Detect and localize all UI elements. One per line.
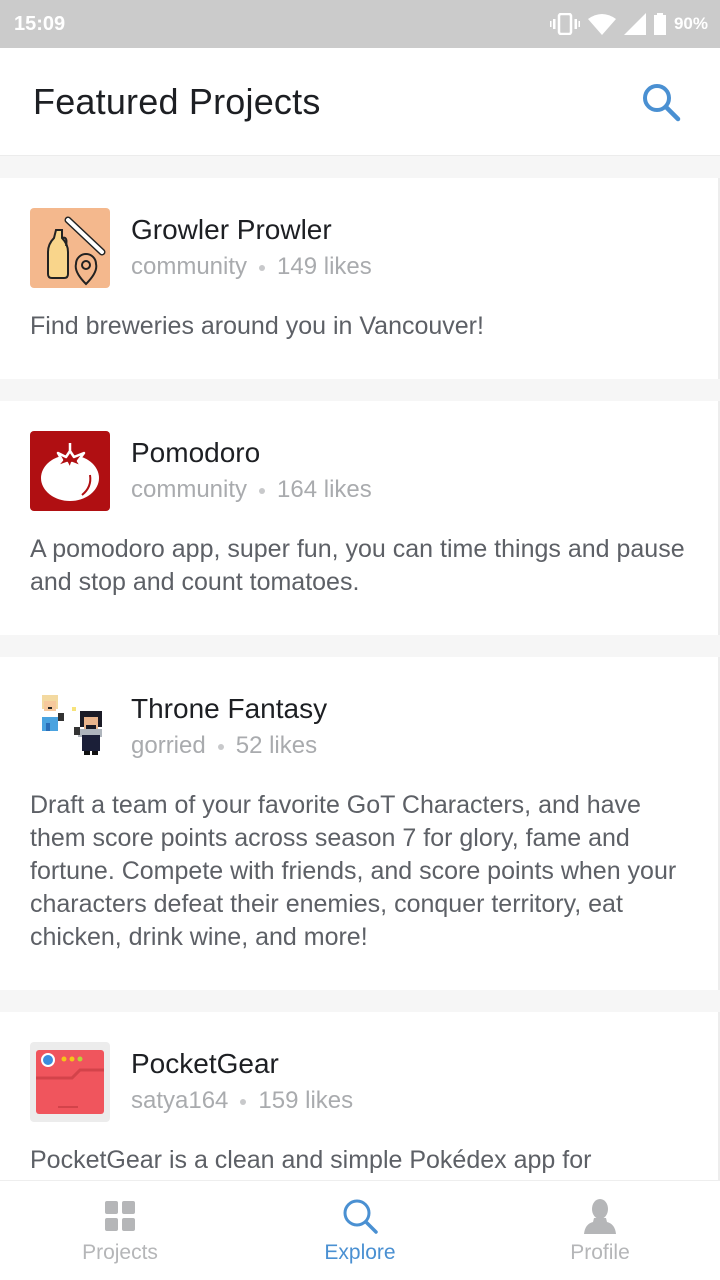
project-title[interactable]: Throne Fantasy: [131, 691, 327, 727]
tab-profile[interactable]: Profile: [480, 1181, 720, 1280]
wifi-icon: [587, 14, 616, 35]
separator-dot: [259, 264, 266, 271]
search-icon: [643, 83, 681, 121]
project-title[interactable]: Growler Prowler: [131, 212, 372, 248]
project-title[interactable]: PocketGear: [131, 1046, 353, 1082]
project-likes: 159 likes: [258, 1087, 354, 1114]
separator-dot: [240, 1098, 247, 1105]
project-description: Draft a team of your favorite GoT Charac…: [30, 791, 677, 951]
battery-level: 90%: [673, 14, 708, 33]
project-title[interactable]: Pomodoro: [131, 435, 372, 471]
project-card[interactable]: Growler Prowler community 149 likes Find …: [0, 178, 720, 379]
person-icon: [584, 1199, 616, 1234]
project-meta: satya164 159 likes: [131, 1084, 353, 1118]
battery-icon: [653, 13, 666, 35]
project-likes: 149 likes: [277, 253, 372, 280]
bottom-tab-bar: Projects Explore Profile: [0, 1180, 720, 1280]
app-header: Featured Projects: [0, 48, 720, 156]
project-card[interactable]: Throne Fantasy gorried 52 likes Draft a t…: [0, 657, 720, 990]
project-meta: community 164 likes: [131, 473, 372, 507]
tab-label: Projects: [82, 1241, 158, 1264]
growler-icon: [30, 208, 110, 288]
search-button[interactable]: [638, 79, 684, 125]
vibrate-icon: [549, 13, 580, 35]
project-list: Growler Prowler community 149 likes Find …: [0, 178, 720, 1235]
tab-label: Explore: [324, 1241, 396, 1264]
project-likes: 164 likes: [277, 476, 372, 503]
project-meta: gorried 52 likes: [131, 729, 327, 763]
pixel-characters-icon: [30, 687, 110, 767]
tab-label: Profile: [570, 1241, 630, 1264]
search-icon: [343, 1199, 378, 1234]
separator-dot: [217, 743, 224, 750]
status-time: 15:09: [14, 12, 66, 35]
tab-explore[interactable]: Explore: [240, 1181, 480, 1280]
status-bar: 15:09 90%: [0, 0, 720, 48]
separator-dot: [259, 487, 266, 494]
project-author[interactable]: community: [131, 253, 247, 280]
pokedex-icon: [30, 1042, 110, 1122]
project-description: A pomodoro app, super fun, you can time …: [30, 535, 685, 596]
tab-projects[interactable]: Projects: [0, 1181, 240, 1280]
project-card[interactable]: Pomodoro community 164 likes A pomodoro a…: [0, 401, 720, 635]
page-title: Featured Projects: [33, 80, 321, 122]
project-author[interactable]: gorried: [131, 732, 206, 759]
project-author[interactable]: community: [131, 476, 247, 503]
grid-icon: [105, 1201, 135, 1231]
project-likes: 52 likes: [235, 732, 318, 759]
signal-icon: [623, 13, 646, 35]
tomato-icon: [30, 431, 110, 511]
project-author[interactable]: satya164: [131, 1087, 228, 1114]
status-icons: 90%: [549, 13, 708, 35]
project-description: Find breweries around you in Vancouver!: [30, 312, 484, 340]
project-meta: community 149 likes: [131, 250, 372, 284]
